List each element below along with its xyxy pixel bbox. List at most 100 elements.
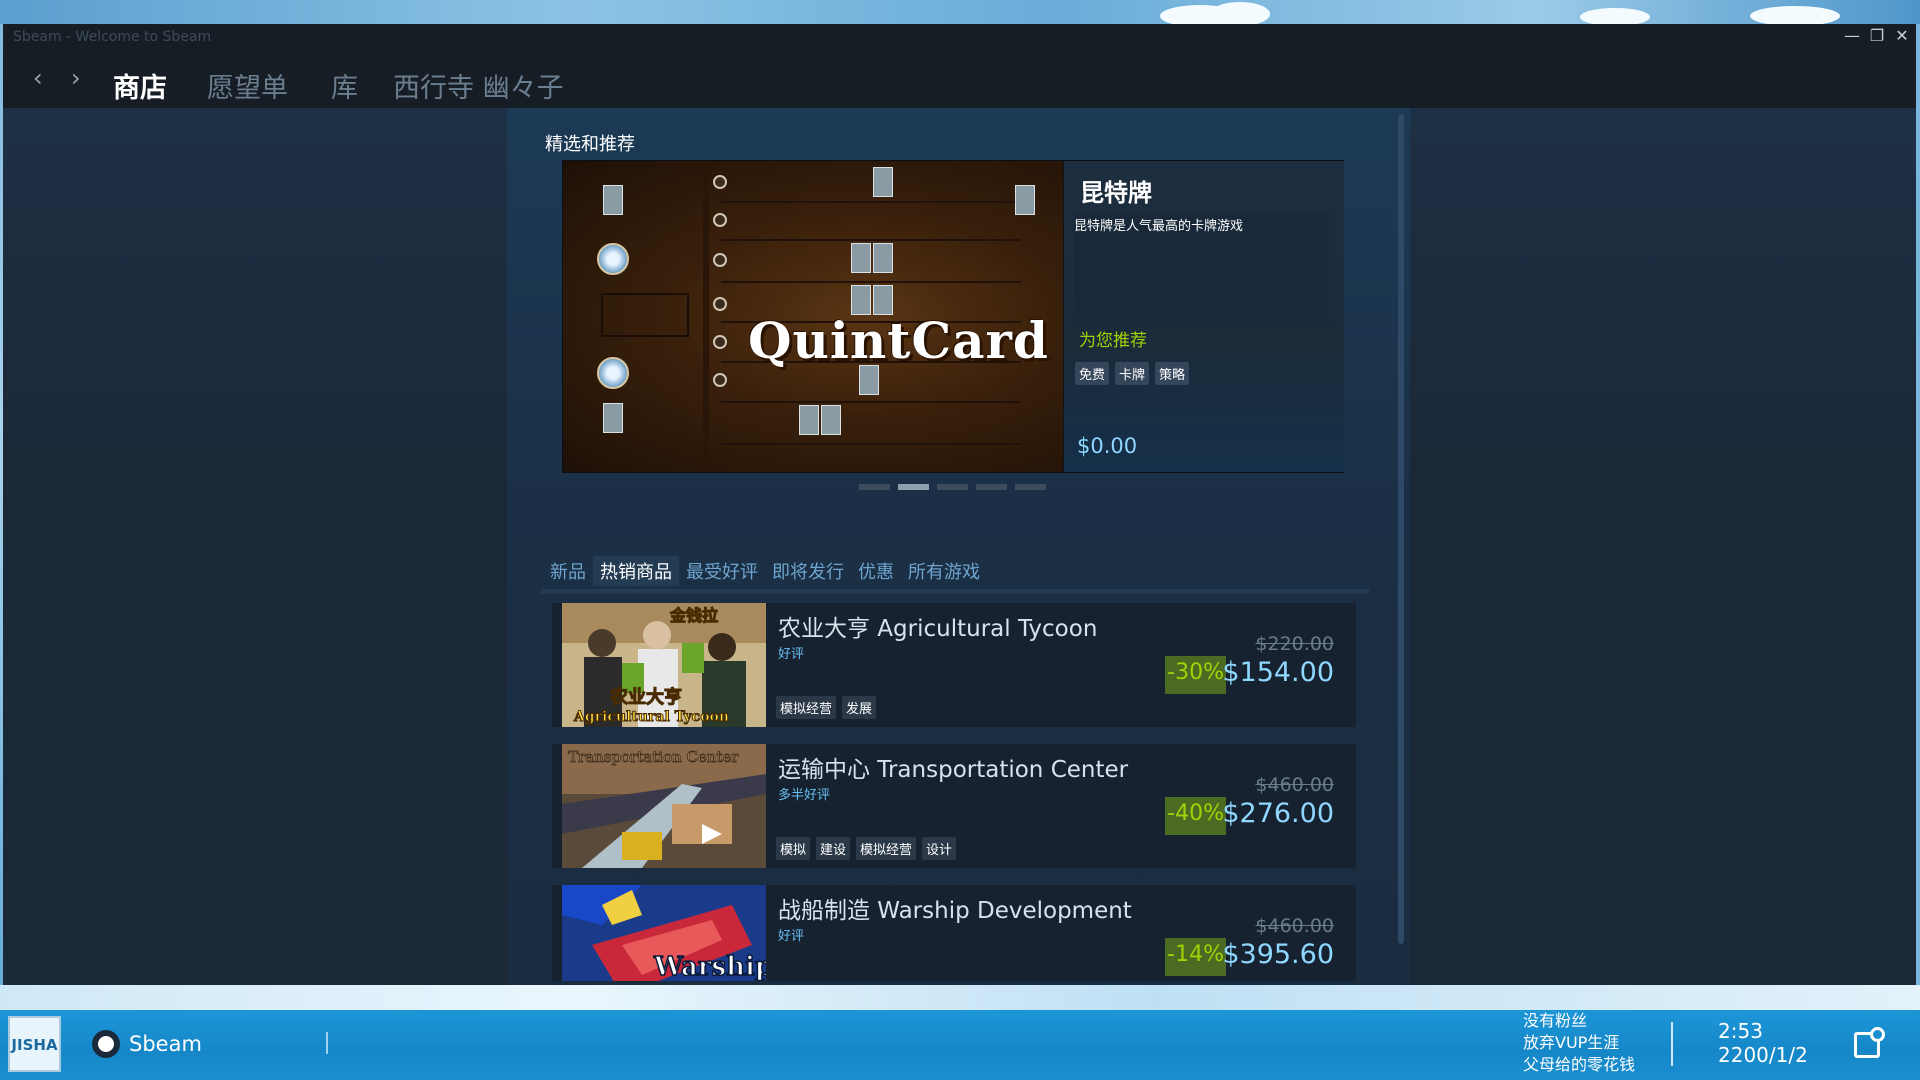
product-thumbnail[interactable]: 金钱拉 农业大亨 Agricultural Tycoon <box>562 603 766 727</box>
carousel-dot[interactable] <box>1015 484 1046 490</box>
scrollbar[interactable] <box>1398 114 1404 944</box>
desktop-wallpaper-bottom <box>0 985 1920 1010</box>
tab-upcoming[interactable]: 即将发行 <box>765 556 851 586</box>
game-card <box>603 185 623 215</box>
product-row[interactable]: 金钱拉 农业大亨 Agricultural Tycoon 农业大亨 Agricu… <box>552 603 1356 727</box>
quintcard-logo: QuintCard <box>748 311 1049 370</box>
clock-date: 2200/1/2 <box>1718 1043 1808 1067</box>
carousel-dot[interactable] <box>937 484 968 490</box>
score-marker <box>713 373 727 387</box>
game-card <box>851 243 871 273</box>
product-row[interactable]: Transportation Center 运输中心 Transportatio… <box>552 744 1356 868</box>
discount-badge: -40% <box>1165 797 1226 835</box>
score-marker <box>713 253 727 267</box>
product-tags: 模拟 建设 模拟经营 设计 <box>776 837 957 860</box>
carousel-dot-active[interactable] <box>898 484 929 490</box>
game-card <box>1015 185 1035 215</box>
sbeam-app-icon[interactable] <box>92 1030 120 1058</box>
taskbar-app-label[interactable]: Sbeam <box>129 1032 202 1056</box>
score-marker <box>713 175 727 189</box>
tag-chip[interactable]: 卡牌 <box>1115 362 1150 385</box>
tag-chip[interactable]: 模拟 <box>776 837 811 860</box>
status-note: 没有粉丝 <box>1523 1011 1588 1030</box>
status-note: 父母给的零花钱 <box>1523 1055 1636 1074</box>
store-tabs: 新品 热销商品 最受好评 即将发行 优惠 所有游戏 <box>543 556 987 586</box>
back-arrow-icon[interactable]: ‹ <box>33 64 43 92</box>
tab-all-games[interactable]: 所有游戏 <box>901 556 987 586</box>
featured-price: $0.00 <box>1077 434 1138 458</box>
taskbar-divider <box>1671 1022 1673 1066</box>
product-name[interactable]: 运输中心 Transportation Center <box>778 750 1128 784</box>
notification-icon[interactable] <box>1854 1027 1885 1058</box>
board-lane <box>721 201 1021 203</box>
original-price: $220.00 <box>1255 633 1334 655</box>
board-rail <box>703 161 709 472</box>
player-avatar <box>597 243 629 275</box>
game-card <box>799 405 819 435</box>
tab-top-sellers[interactable]: 热销商品 <box>593 556 679 586</box>
minimize-button[interactable]: — <box>1839 24 1865 50</box>
product-name[interactable]: 农业大亨 Agricultural Tycoon <box>778 609 1097 643</box>
score-marker <box>713 335 727 349</box>
tag-chip[interactable]: 发展 <box>842 696 877 719</box>
final-price: $154.00 <box>1222 657 1334 688</box>
product-thumbnail[interactable]: Transportation Center <box>562 744 766 868</box>
tab-specials[interactable]: 优惠 <box>851 556 901 586</box>
tab-top-rated[interactable]: 最受好评 <box>679 556 765 586</box>
desktop-wallpaper-right <box>1916 24 1920 985</box>
game-card <box>873 167 893 197</box>
title-bar[interactable]: Sbeam - Welcome to Sbeam — ❐ ✕ <box>3 24 1916 50</box>
cloud-decoration <box>1750 6 1840 26</box>
clock[interactable]: 2:53 2200/1/2 <box>1718 1019 1808 1067</box>
score-marker <box>713 213 727 227</box>
recommended-label: 为您推荐 <box>1079 331 1147 351</box>
board-lane <box>721 401 1021 403</box>
carousel-dot[interactable] <box>859 484 890 490</box>
review-summary: 好评 <box>778 929 805 944</box>
status-note: 放弃VUP生涯 <box>1523 1033 1620 1052</box>
nav-tab-wishlist[interactable]: 愿望单 <box>207 66 288 105</box>
tag-chip[interactable]: 免费 <box>1075 362 1110 385</box>
thumbnail-text: Transportation Center <box>568 748 739 766</box>
featured-info-panel[interactable]: 昆特牌 昆特牌是人气最高的卡牌游戏 为您推荐 免费 卡牌 策略 $0.00 <box>1064 161 1344 472</box>
status-notes: 没有粉丝 放弃VUP生涯 父母给的零花钱 <box>1523 1010 1635 1076</box>
tab-new[interactable]: 新品 <box>543 556 593 586</box>
deck-slot <box>601 293 689 337</box>
cloud-decoration <box>1210 2 1270 26</box>
carousel-dot[interactable] <box>976 484 1007 490</box>
product-name[interactable]: 战船制造 Warship Development <box>778 891 1132 925</box>
featured-description: 昆特牌是人气最高的卡牌游戏 <box>1074 219 1244 234</box>
board-lane <box>721 281 1021 283</box>
featured-capsule-image[interactable]: QuintCard <box>563 161 1063 472</box>
tag-chip[interactable]: 模拟经营 <box>856 837 917 860</box>
review-summary: 多半好评 <box>778 788 831 803</box>
carousel-pagination <box>859 484 1046 490</box>
product-tags: 模拟经营 发展 <box>776 696 877 719</box>
product-row[interactable]: Warship 战船制造 Warship Development 好评 $460… <box>552 885 1356 981</box>
tab-underline <box>541 589 1369 594</box>
close-button[interactable]: ✕ <box>1889 24 1915 50</box>
start-menu-button[interactable]: JISHA OS <box>8 1016 61 1072</box>
original-price: $460.00 <box>1255 915 1334 937</box>
review-summary: 好评 <box>778 647 805 662</box>
final-price: $276.00 <box>1222 798 1334 829</box>
featured-tags: 免费 卡牌 策略 <box>1075 362 1190 385</box>
forward-arrow-icon[interactable]: › <box>71 64 81 92</box>
tag-chip[interactable]: 策略 <box>1155 362 1190 385</box>
section-title: 精选和推荐 <box>545 134 635 155</box>
restore-button[interactable]: ❐ <box>1864 24 1890 50</box>
nav-tab-library[interactable]: 库 <box>331 66 358 105</box>
tag-chip[interactable]: 设计 <box>922 837 957 860</box>
game-card <box>821 405 841 435</box>
taskbar-divider <box>326 1032 328 1054</box>
agricultural-tycoon-art: 金钱拉 农业大亨 Agricultural Tycoon <box>562 603 766 727</box>
thumbnail-text: 农业大亨 <box>609 686 682 708</box>
clock-time: 2:53 <box>1718 1019 1763 1043</box>
tag-chip[interactable]: 建设 <box>816 837 851 860</box>
window-title: Sbeam - Welcome to Sbeam <box>13 29 212 45</box>
product-thumbnail[interactable]: Warship <box>562 885 766 981</box>
nav-tab-store[interactable]: 商店 <box>113 66 167 105</box>
tag-chip[interactable]: 模拟经营 <box>776 696 837 719</box>
nav-tab-profile[interactable]: 西行寺 幽々子 <box>393 66 564 105</box>
featured-carousel[interactable]: QuintCard 昆特牌 昆特牌是人气最高的卡牌游戏 为您推荐 免费 卡牌 策… <box>562 160 1344 473</box>
